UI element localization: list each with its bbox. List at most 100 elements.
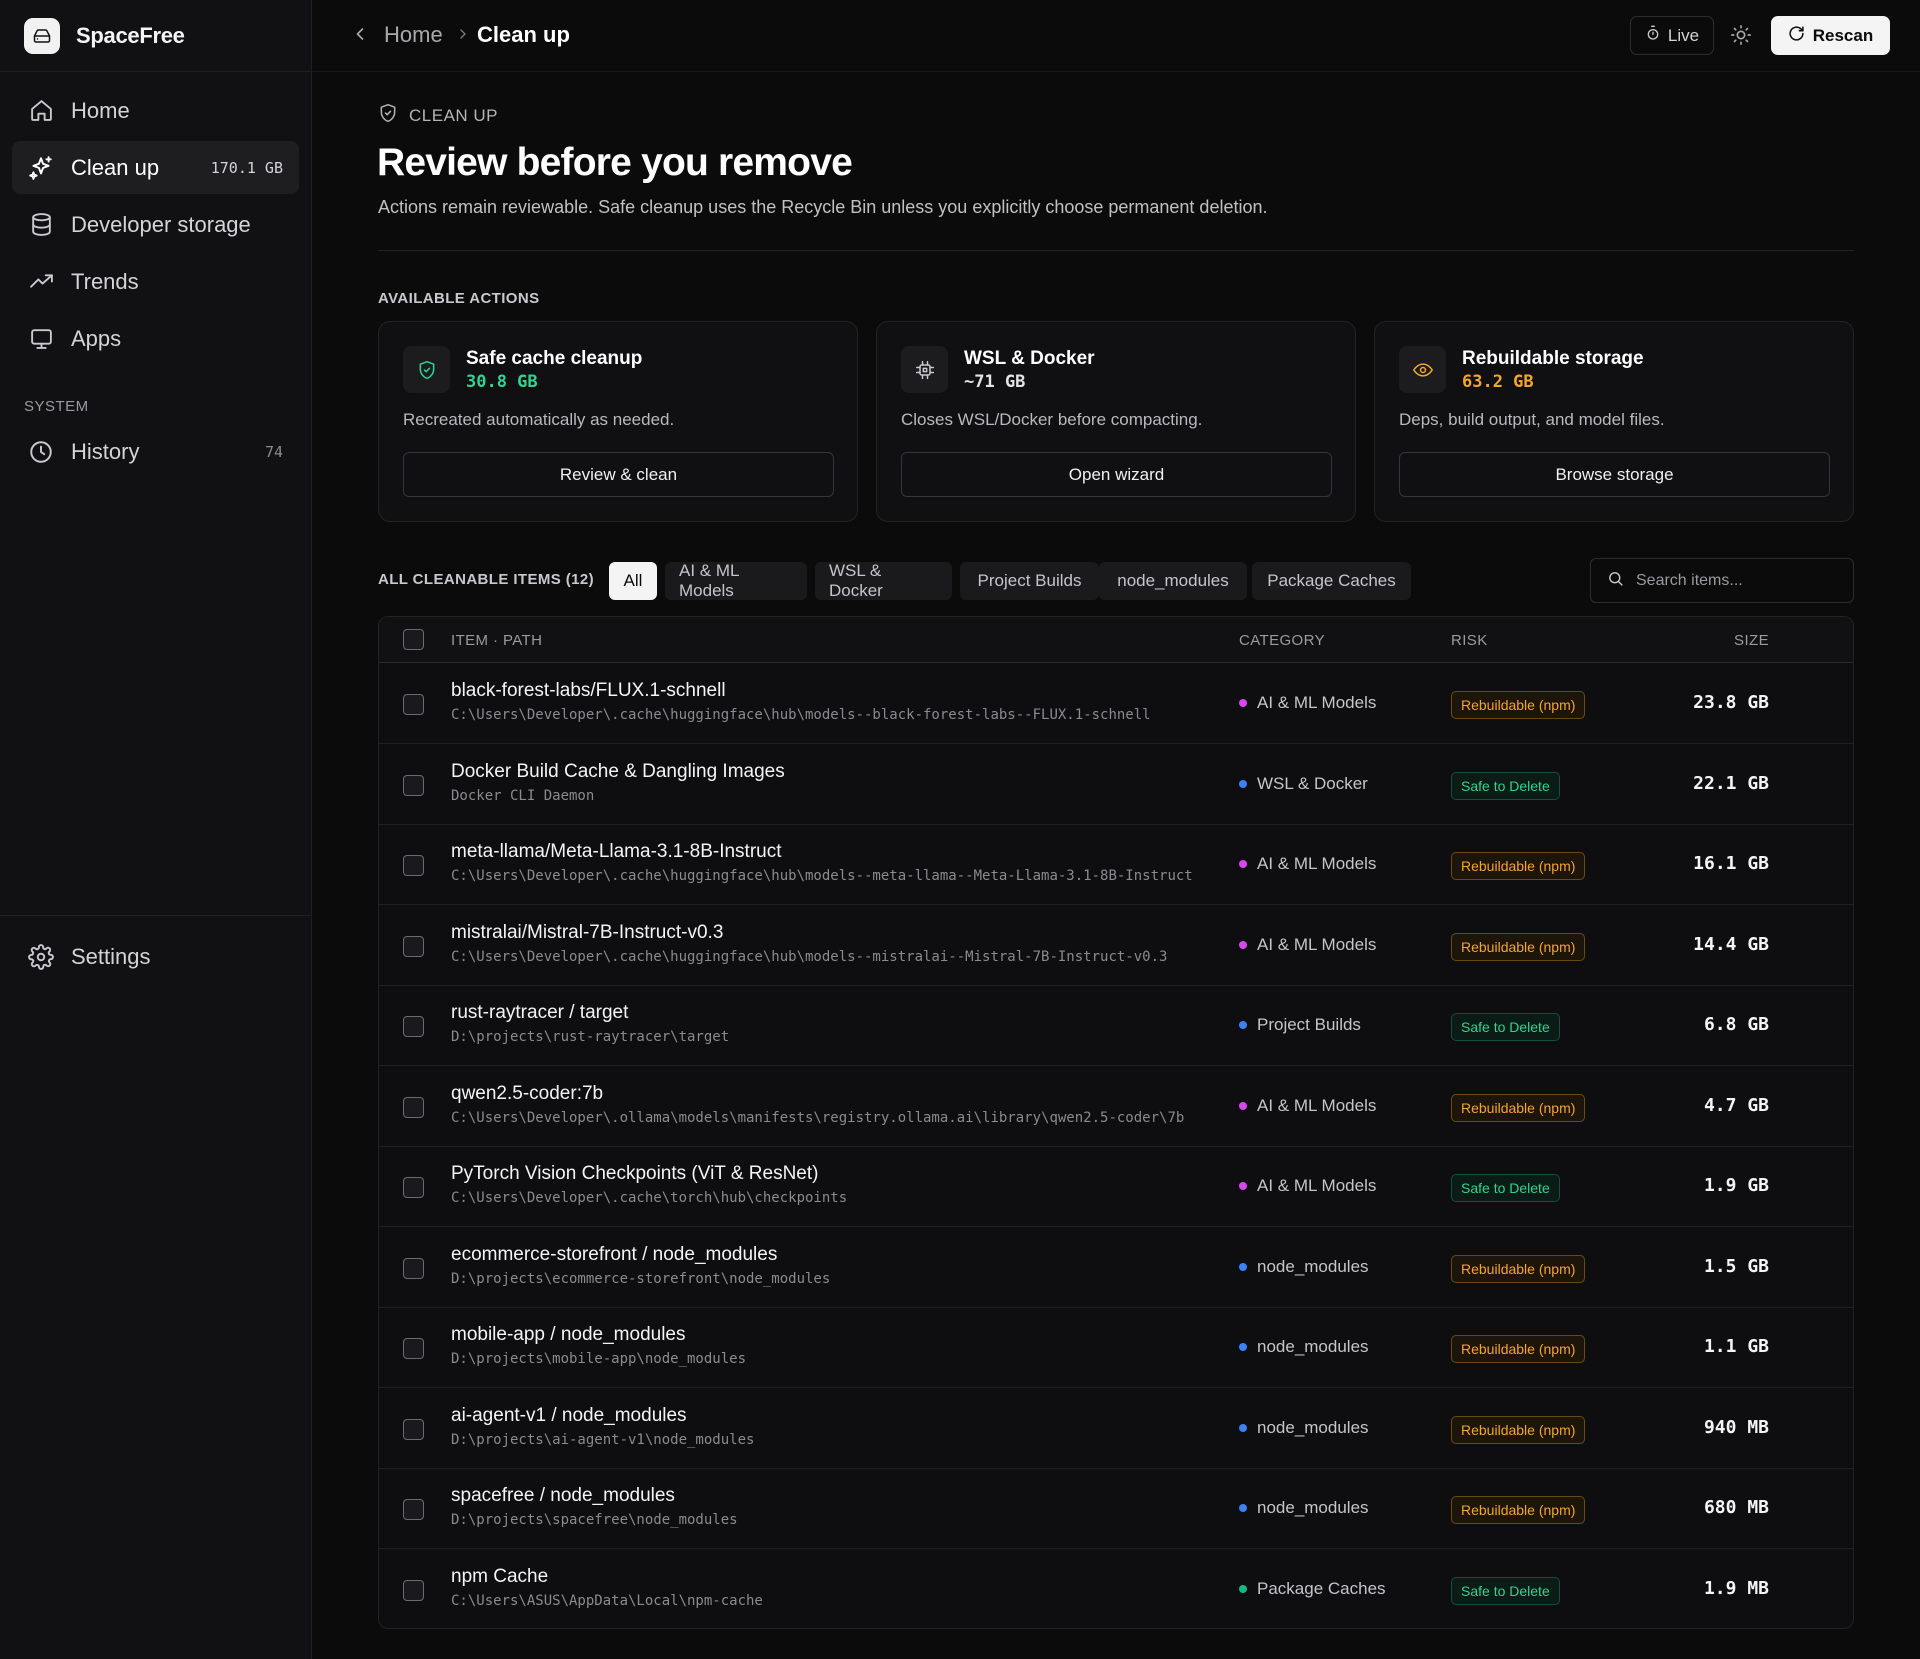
row-checkbox[interactable]	[403, 1257, 424, 1279]
filter-node-modules[interactable]: node_modules	[1099, 562, 1247, 600]
item-path: C:\Users\Developer\.cache\torch\hub\chec…	[451, 1190, 848, 1206]
open-wizard-button[interactable]: Open wizard	[901, 452, 1332, 497]
table-row[interactable]: mobile-app / node_modules D:\projects\mob…	[379, 1308, 1853, 1388]
sidebar: SpaceFree Home Clean up 170.1 GB Develop…	[0, 0, 312, 1659]
card-amount: 63.2 GB	[1462, 372, 1534, 392]
sidebar-item-developer-storage[interactable]: Developer storage	[12, 198, 299, 251]
database-icon	[28, 212, 54, 238]
risk-badge: Rebuildable (npm)	[1451, 1254, 1586, 1283]
risk-badge: Rebuildable (npm)	[1451, 691, 1586, 719]
action-card-rebuildable: Rebuildable storage 63.2 GB Deps, build …	[1374, 321, 1854, 522]
item-category: node_modules	[1239, 1498, 1369, 1518]
available-actions-title: AVAILABLE ACTIONS	[378, 290, 540, 307]
sidebar-item-home[interactable]: Home	[12, 84, 299, 137]
row-checkbox[interactable]	[403, 855, 424, 876]
column-header-size[interactable]: SIZE	[1734, 632, 1769, 649]
table-row[interactable]: meta-llama/Meta-Llama-3.1-8B-Instruct C:\…	[379, 825, 1853, 905]
risk-badge: Rebuildable (npm)	[1451, 932, 1586, 961]
card-title: Rebuildable storage	[1462, 348, 1644, 369]
live-button[interactable]: Live	[1630, 16, 1714, 55]
item-category: AI & ML Models	[1239, 1176, 1376, 1196]
row-checkbox[interactable]	[403, 774, 424, 796]
table-row[interactable]: black-forest-labs/FLUX.1-schnell C:\Users…	[379, 664, 1853, 744]
row-checkbox[interactable]	[403, 935, 424, 957]
table-row[interactable]: PyTorch Vision Checkpoints (ViT & ResNet…	[379, 1147, 1853, 1227]
item-path: D:\projects\ecommerce-storefront\node_mo…	[451, 1270, 831, 1287]
category-dot	[1239, 1021, 1247, 1029]
item-path: C:\Users\Developer\.ollama\models\manife…	[451, 1109, 1185, 1126]
item-path: C:\Users\Developer\.cache\huggingface\hu…	[451, 707, 1151, 723]
table-row[interactable]: spacefree / node_modules D:\projects\spac…	[379, 1469, 1853, 1549]
table-row[interactable]: ai-agent-v1 / node_modules D:\projects\ai…	[379, 1389, 1853, 1469]
sidebar-item-apps[interactable]: Apps	[12, 312, 299, 365]
risk-badge: Safe to Delete	[1451, 1174, 1560, 1202]
table-row[interactable]: Docker Build Cache & Dangling Images Dock…	[379, 745, 1853, 825]
sidebar-item-clean-up[interactable]: Clean up 170.1 GB	[12, 141, 299, 194]
sidebar-item-label: Trends	[71, 268, 139, 294]
row-checkbox[interactable]	[403, 1096, 424, 1118]
column-header-risk[interactable]: RISK	[1451, 632, 1488, 649]
filter-project-builds[interactable]: Project Builds	[960, 562, 1099, 600]
filter-all[interactable]: All	[609, 562, 657, 600]
row-checkbox[interactable]	[403, 1016, 424, 1037]
reclaimable-size-badge: 170.1 GB	[210, 158, 283, 177]
item-name: Docker Build Cache & Dangling Images	[451, 760, 785, 782]
search-input[interactable]	[1636, 571, 1836, 590]
table-row[interactable]: npm Cache C:\Users\ASUS\AppData\Local\npm…	[379, 1550, 1853, 1629]
category-dot	[1239, 860, 1247, 868]
table-row[interactable]: qwen2.5-coder:7b C:\Users\Developer\.olla…	[379, 1067, 1853, 1147]
filter-package-caches[interactable]: Package Caches	[1252, 562, 1411, 600]
sun-icon[interactable]	[1730, 24, 1754, 48]
card-amount: ~71 GB	[964, 372, 1026, 392]
filter-ai-ml-models[interactable]: AI & ML Models	[665, 561, 807, 600]
row-checkbox[interactable]	[403, 1418, 424, 1440]
brand[interactable]: SpaceFree	[24, 17, 185, 54]
table-row[interactable]: mistralai/Mistral-7B-Instruct-v0.3 C:\Use…	[379, 906, 1853, 986]
row-checkbox[interactable]	[403, 1338, 424, 1359]
shield-check-icon	[378, 103, 398, 128]
sidebar-item-trends[interactable]: Trends	[12, 255, 299, 308]
item-path: D:\projects\rust-raytracer\target	[451, 1029, 730, 1045]
card-title: Safe cache cleanup	[466, 348, 643, 369]
item-name: black-forest-labs/FLUX.1-schnell	[451, 680, 726, 701]
row-checkbox[interactable]	[403, 1579, 424, 1601]
table-row[interactable]: rust-raytracer / target D:\projects\rust-…	[379, 986, 1853, 1066]
column-header-item[interactable]: ITEM · PATH	[451, 632, 542, 649]
search-box[interactable]	[1590, 558, 1854, 603]
page-subtitle: Actions remain reviewable. Safe cleanup …	[378, 197, 1268, 217]
risk-badge: Rebuildable (npm)	[1451, 1093, 1586, 1122]
home-icon	[28, 98, 54, 124]
review-clean-button[interactable]: Review & clean	[403, 452, 834, 497]
item-name: spacefree / node_modules	[451, 1485, 675, 1506]
risk-badge: Safe to Delete	[1451, 1013, 1560, 1041]
table-row[interactable]: ecommerce-storefront / node_modules D:\pr…	[379, 1228, 1853, 1308]
item-path: C:\Users\Developer\.cache\huggingface\hu…	[451, 948, 1168, 965]
breadcrumb-home[interactable]: Home	[384, 22, 443, 48]
risk-badge: Rebuildable (npm)	[1451, 1496, 1586, 1524]
row-checkbox[interactable]	[403, 1499, 424, 1520]
item-name: mistralai/Mistral-7B-Instruct-v0.3	[451, 921, 724, 943]
eye-icon	[1399, 346, 1446, 393]
page-eyebrow: CLEAN UP	[378, 103, 498, 128]
item-size: 940 MB	[1703, 1416, 1769, 1438]
item-size: 23.8 GB	[1693, 692, 1769, 713]
item-name: qwen2.5-coder:7b	[451, 1082, 604, 1104]
back-chevron-icon[interactable]	[350, 24, 370, 49]
action-card-safe-cache: Safe cache cleanup 30.8 GB Recreated aut…	[378, 321, 858, 522]
category-label: node_modules	[1257, 1256, 1369, 1276]
card-title: WSL & Docker	[964, 348, 1095, 369]
select-all-checkbox[interactable]	[403, 629, 424, 650]
rescan-button[interactable]: Rescan	[1771, 16, 1890, 55]
sidebar-item-settings[interactable]: Settings	[12, 930, 299, 983]
divider	[0, 71, 311, 72]
category-label: node_modules	[1257, 1417, 1369, 1437]
card-description: Recreated automatically as needed.	[403, 410, 675, 429]
row-checkbox[interactable]	[403, 694, 424, 715]
browse-storage-button[interactable]: Browse storage	[1399, 452, 1830, 497]
trend-up-icon	[28, 269, 54, 295]
filter-wsl-docker[interactable]: WSL & Docker	[815, 561, 952, 600]
column-header-category[interactable]: CATEGORY	[1239, 632, 1325, 649]
sidebar-item-history[interactable]: History 74	[12, 425, 299, 478]
item-size: 1.1 GB	[1703, 1336, 1769, 1357]
row-checkbox[interactable]	[403, 1177, 424, 1198]
